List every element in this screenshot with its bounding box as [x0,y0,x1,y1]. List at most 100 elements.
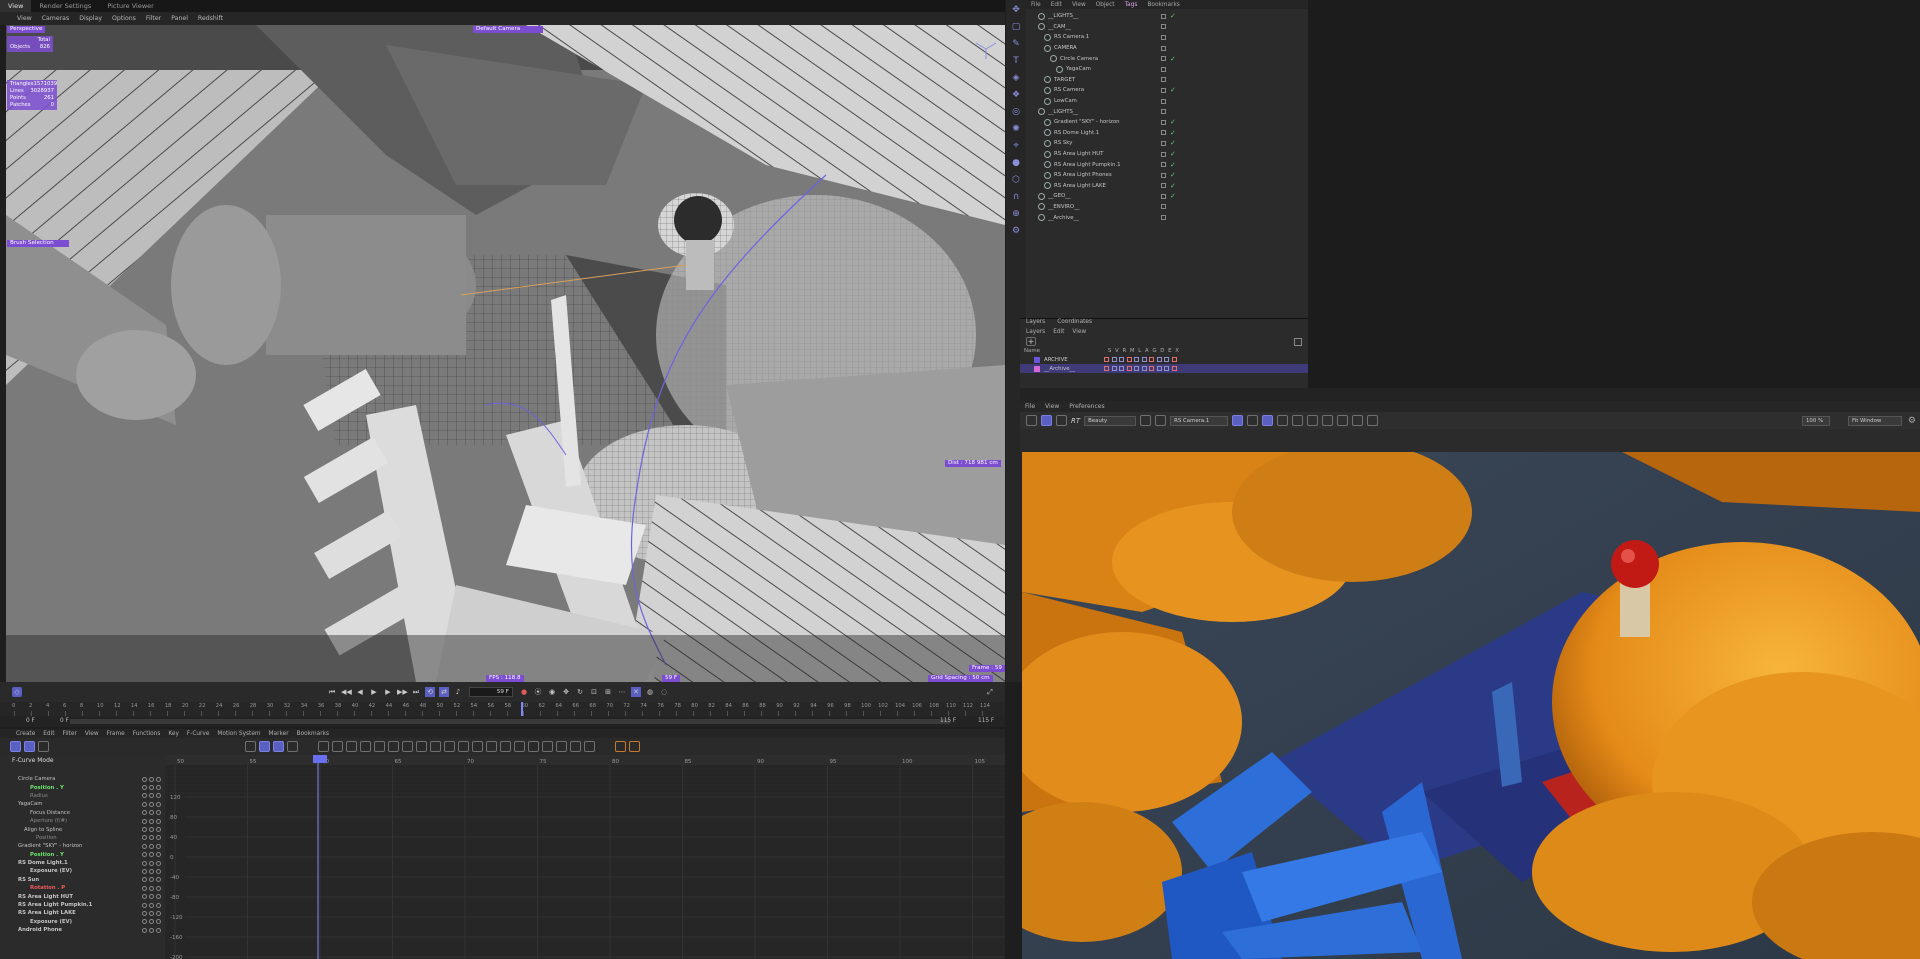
track-toggle-icon[interactable] [156,801,161,807]
track-toggle-icon[interactable] [149,860,154,866]
clamp-icon[interactable] [514,741,525,752]
save-icon[interactable] [1352,415,1364,426]
object-menu-object[interactable]: Object [1091,2,1120,8]
timeline-menu-bookmarks[interactable]: Bookmarks [293,731,333,737]
record-key-icon[interactable]: ◇ [12,687,22,697]
current-frame-field[interactable]: 59 F [469,687,513,697]
timeline-menu-view[interactable]: View [81,731,103,737]
top-tab-view[interactable]: View [0,0,32,12]
key-icon[interactable]: ◉ [547,687,557,697]
layer-flag-icon[interactable] [1134,366,1139,371]
track-row[interactable]: Exposure (EV) [0,918,165,926]
visibility-toggle[interactable] [1161,119,1166,125]
object-row[interactable]: TARGET [1026,75,1308,86]
track-toggle-icon[interactable] [156,868,161,874]
range-end-a[interactable]: 115 F [940,718,956,724]
track-toggle-icon[interactable] [142,927,147,933]
playhead[interactable] [521,702,523,716]
timeline-expand-icon[interactable]: ⤢ [985,687,995,697]
viewport-menu-view[interactable]: View [12,15,37,22]
camera-select[interactable]: RS Camera.1 [1170,415,1229,426]
visibility-toggle[interactable] [1161,215,1166,221]
enabled-check-icon[interactable]: ✓ [1170,86,1176,94]
layer-menu-edit[interactable]: Edit [1053,329,1072,335]
object-row[interactable]: __Archive__ [1026,212,1308,223]
object-row[interactable]: __LIGHTS__ ✓ [1026,11,1308,22]
track-toggle-icon[interactable] [149,894,154,900]
auto-mode-icon[interactable] [273,741,284,752]
object-row[interactable]: __GEO__ ✓ [1026,191,1308,202]
key-reduction-icon[interactable] [584,741,595,752]
frame-all-icon[interactable] [318,741,329,752]
expand-icon[interactable] [1322,415,1334,426]
deformer-icon[interactable]: ❖ [1009,88,1023,102]
track-toggle-icon[interactable] [142,776,147,782]
enabled-check-icon[interactable]: ✓ [1170,182,1176,190]
track-row[interactable]: Gradient "SKY" - horizon [0,842,165,850]
render-region-icon[interactable] [1026,415,1037,426]
enabled-check-icon[interactable]: ✓ [1170,129,1176,137]
auto-weight-icon[interactable] [556,741,567,752]
track-toggle-icon[interactable] [142,785,147,791]
track-toggle-icon[interactable] [156,885,161,891]
track-toggle-icon[interactable] [149,818,154,824]
render-menu-preferences[interactable]: Preferences [1064,403,1109,410]
layer-flag-icon[interactable] [1126,357,1132,362]
viewport[interactable]: Perspective Total Objects 826 Triangles 15… [6,25,1005,682]
track-toggle-icon[interactable] [142,827,147,833]
range-slider[interactable] [70,719,950,724]
track-toggle-icon[interactable] [156,902,161,908]
layer-flag-icon[interactable] [1171,357,1177,362]
track-toggle-icon[interactable] [142,885,147,891]
visibility-toggle[interactable] [1161,24,1166,30]
cube-icon[interactable]: ▢ [1009,20,1023,34]
field-icon[interactable]: ◎ [1009,105,1023,119]
track-row[interactable]: Position . Y [0,783,165,791]
layer-flag-icon[interactable] [1111,357,1117,362]
render-menu-file[interactable]: File [1020,403,1040,410]
visibility-toggle[interactable] [1161,172,1166,178]
track-row[interactable]: Rotation . P [0,884,165,892]
track-toggle-icon[interactable] [149,885,154,891]
visibility-toggle[interactable] [1161,77,1166,83]
grid-icon[interactable] [1247,415,1259,426]
autokey-icon[interactable]: ● [519,687,529,697]
object-menu-view[interactable]: View [1067,2,1091,8]
top-tab-picture-viewer[interactable]: Picture Viewer [99,0,162,12]
track-toggle-icon[interactable] [156,927,161,933]
material-icon[interactable]: ● [1009,156,1023,170]
track-toggle-icon[interactable] [149,835,154,841]
timeline-menu-f-curve[interactable]: F-Curve [183,731,214,737]
fit-icon[interactable] [1307,415,1319,426]
visibility-toggle[interactable] [1161,87,1166,93]
layer-menu-layers[interactable]: Layers [1026,329,1053,335]
layer-color-chip[interactable] [1034,365,1040,372]
object-row[interactable]: RS Area Light LAKE ✓ [1026,181,1308,192]
visibility-toggle[interactable] [1161,130,1166,136]
curve-spline-icon[interactable] [388,741,399,752]
layer-flag-icon[interactable] [1156,357,1162,362]
render-start-button[interactable] [1041,415,1052,426]
layer-flag-icon[interactable] [1164,366,1169,371]
dopesheet-icon[interactable] [10,741,21,752]
enabled-check-icon[interactable]: ✓ [1170,12,1176,20]
track-toggle-icon[interactable] [142,919,147,925]
enabled-check-icon[interactable]: ✓ [1170,171,1176,179]
light-icon[interactable]: ✺ [1009,122,1023,136]
track-toggle-icon[interactable] [149,927,154,933]
refresh-icon[interactable] [1056,415,1067,426]
object-row[interactable]: RS Area Light Phones ✓ [1026,170,1308,181]
layer-tab-layers[interactable]: Layers [1020,319,1051,327]
frame-selected-icon[interactable] [332,741,343,752]
param-key-icon[interactable]: ⊞ [603,687,613,697]
enabled-check-icon[interactable]: ✓ [1170,55,1176,63]
focus-icon[interactable] [1262,415,1274,426]
track-toggle-icon[interactable] [156,894,161,900]
visibility-toggle[interactable] [1161,98,1166,104]
layer-flag-icon[interactable] [1141,357,1147,362]
track-row[interactable]: Align to Spline [0,825,165,833]
scale-key-icon[interactable]: ⊡ [589,687,599,697]
track-toggle-icon[interactable] [142,810,147,816]
link-icon[interactable] [287,741,298,752]
enabled-check-icon[interactable]: ✓ [1170,150,1176,158]
